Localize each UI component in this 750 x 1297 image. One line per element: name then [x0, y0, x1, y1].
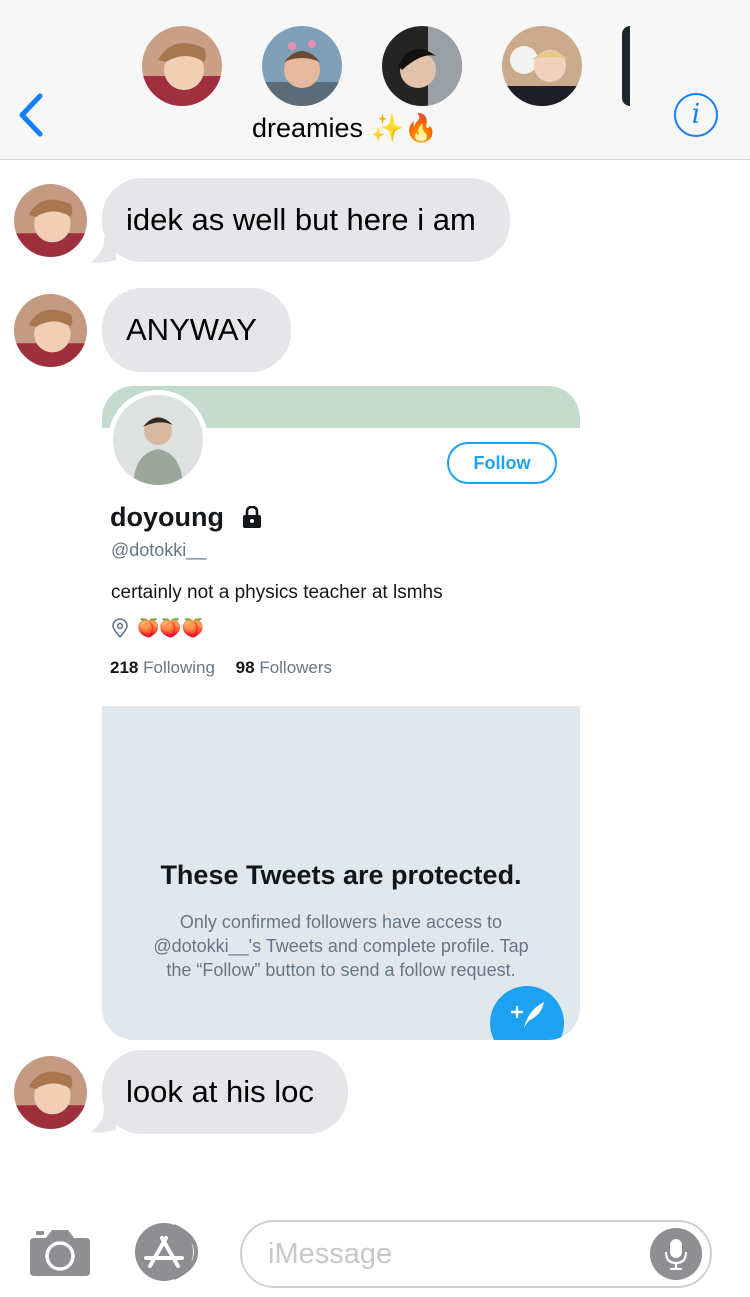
- following-count: 218: [110, 658, 139, 677]
- app-store-icon[interactable]: [134, 1222, 206, 1282]
- compose-feather-icon: [510, 1002, 544, 1028]
- location-pin-icon: [112, 618, 128, 638]
- profile-stats: 218 Following 98 Followers: [110, 658, 332, 678]
- sender-avatar[interactable]: [14, 184, 87, 257]
- message-text: look at his loc: [126, 1074, 314, 1109]
- profile-location: 🍑🍑🍑: [111, 616, 204, 640]
- message-text: idek as well but here i am: [126, 202, 476, 237]
- protected-body: Only confirmed followers have access to …: [153, 912, 529, 980]
- lock-icon: [243, 506, 261, 528]
- followers-count: 98: [235, 658, 255, 677]
- microphone-button[interactable]: [650, 1228, 702, 1280]
- profile-avatar: [108, 390, 208, 490]
- info-icon[interactable]: i: [674, 93, 718, 137]
- chevron-left-icon[interactable]: [14, 92, 48, 138]
- location-emoji: 🍑🍑🍑: [137, 618, 205, 638]
- group-name[interactable]: dreamies ✨🔥: [252, 112, 438, 144]
- sender-avatar[interactable]: [14, 1056, 87, 1129]
- protected-title: These Tweets are protected.: [160, 860, 522, 890]
- message-bubble[interactable]: ANYWAY: [102, 288, 291, 372]
- message-bubble[interactable]: idek as well but here i am: [102, 178, 510, 262]
- following-label: Following: [143, 658, 215, 677]
- profile-bio: certainly not a physics teacher at lsmhs: [111, 582, 443, 603]
- message-bubble[interactable]: look at his loc: [102, 1050, 348, 1134]
- profile-handle: @dotokki__: [111, 540, 207, 560]
- group-member-avatar[interactable]: [622, 26, 630, 106]
- microphone-icon: [664, 1239, 688, 1270]
- group-member-avatar[interactable]: [382, 26, 462, 106]
- group-emoji: ✨🔥: [370, 113, 438, 143]
- followers-label: Followers: [259, 658, 333, 677]
- message-input-placeholder: iMessage: [268, 1238, 393, 1270]
- follow-button: Follow: [447, 442, 557, 484]
- message-input[interactable]: iMessage: [240, 1220, 712, 1288]
- sender-avatar[interactable]: [14, 294, 87, 367]
- message-text: ANYWAY: [126, 312, 257, 347]
- camera-icon[interactable]: [28, 1228, 92, 1278]
- group-member-avatar[interactable]: [142, 26, 222, 106]
- group-member-avatar[interactable]: [262, 26, 342, 106]
- shared-image[interactable]: Follow doyoung @dotokki__ certainly not …: [102, 386, 580, 1040]
- group-member-avatar[interactable]: [502, 26, 582, 106]
- profile-display-name: doyoung: [110, 502, 224, 532]
- conversation-header: dreamies ✨🔥 i: [0, 0, 750, 160]
